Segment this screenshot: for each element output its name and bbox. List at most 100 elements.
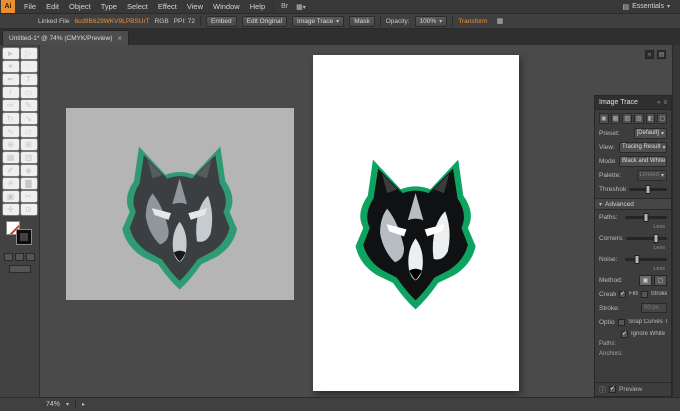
- slider-thumb[interactable]: [653, 233, 659, 243]
- tool-zoom[interactable]: ⊙: [19, 203, 38, 216]
- preset-label: Preset:: [599, 129, 620, 137]
- placed-image[interactable]: [66, 108, 294, 300]
- caret-right-icon[interactable]: ▸: [82, 401, 85, 408]
- slider-thumb[interactable]: [645, 184, 651, 194]
- wolf-logo-traced[interactable]: [351, 157, 480, 312]
- tool-direct-selection[interactable]: ▷: [19, 47, 38, 60]
- menu-item[interactable]: Window: [208, 2, 245, 11]
- trace-preset-auto-color[interactable]: ▣: [599, 112, 609, 124]
- canvas[interactable]: « ▤: [40, 45, 672, 397]
- menu-item[interactable]: Type: [96, 2, 122, 11]
- panel-menu-icon[interactable]: ≡: [663, 100, 667, 106]
- draw-inside-button[interactable]: [26, 253, 35, 261]
- app-logo[interactable]: Ai: [1, 0, 15, 13]
- tool-artboard[interactable]: ▣: [1, 190, 20, 203]
- tool-width[interactable]: ∿: [1, 125, 20, 138]
- method-row: Method: ▣ ▢: [595, 273, 671, 287]
- collapse-panels-icon[interactable]: «: [645, 50, 654, 59]
- paths-info-row: Paths:: [595, 339, 671, 349]
- snap-curves-checkbox[interactable]: [618, 318, 626, 326]
- tool-pen[interactable]: ✒: [1, 73, 20, 86]
- tool-blend[interactable]: ◈: [19, 164, 38, 177]
- preset-select[interactable]: [Default] ▾: [633, 127, 667, 139]
- tool-hand[interactable]: ✛: [1, 203, 20, 216]
- tool-mesh[interactable]: ▦: [1, 151, 20, 164]
- workspace-switcher[interactable]: ▤ Essentials ▾: [622, 3, 670, 11]
- mode-select[interactable]: Black and White ▾: [619, 155, 667, 167]
- embed-button[interactable]: Embed: [206, 15, 237, 27]
- trace-preset-grayscale[interactable]: ▥: [634, 112, 644, 124]
- trace-preset-black-white[interactable]: ◧: [645, 112, 656, 124]
- corners-slider[interactable]: [626, 233, 667, 243]
- tool-symbol-sprayer[interactable]: ✳: [1, 177, 20, 190]
- image-trace-dropdown-button[interactable]: Image Trace ▾: [292, 15, 345, 27]
- corners-label: Corners:: [599, 234, 624, 242]
- strokes-checkbox[interactable]: [640, 290, 648, 298]
- preview-label: Preview: [619, 386, 643, 393]
- menu-item[interactable]: File: [19, 2, 41, 11]
- view-select[interactable]: Tracing Result ▾: [619, 141, 667, 153]
- arrange-documents-icon[interactable]: ▦▾: [292, 3, 310, 11]
- document-tab-bar: Untitled-1* @ 74% (CMYK/Preview) ×: [0, 29, 680, 45]
- ignore-white-checkbox[interactable]: ✓: [621, 330, 628, 338]
- tool-paintbrush[interactable]: ✑: [1, 99, 20, 112]
- tool-free-transform[interactable]: ▱: [19, 125, 38, 138]
- tool-gradient[interactable]: ▥: [19, 151, 38, 164]
- slider-thumb[interactable]: [634, 254, 640, 264]
- tool-slice[interactable]: ✂: [19, 190, 38, 203]
- menu-item[interactable]: Object: [64, 2, 96, 11]
- menu-item[interactable]: View: [182, 2, 208, 11]
- draw-behind-button[interactable]: [15, 253, 24, 261]
- tool-column-graph[interactable]: ▇: [19, 177, 38, 190]
- preview-checkbox[interactable]: ✓: [609, 386, 616, 393]
- document-tab[interactable]: Untitled-1* @ 74% (CMYK/Preview) ×: [2, 30, 130, 45]
- noise-slider[interactable]: [625, 254, 667, 264]
- panel-header[interactable]: Image Trace « ≡: [595, 96, 671, 110]
- edit-original-button[interactable]: Edit Original: [241, 15, 288, 27]
- trace-preset-outline[interactable]: ▢: [657, 112, 668, 124]
- tool-rectangle[interactable]: ▭: [19, 86, 38, 99]
- opacity-dropdown[interactable]: 100% ▾: [414, 15, 448, 27]
- advanced-section-header[interactable]: ▾ Advanced: [595, 198, 671, 210]
- tool-scale[interactable]: ↘: [19, 112, 38, 125]
- transform-link[interactable]: Transform: [458, 18, 487, 25]
- paths-info-label: Paths:: [599, 341, 617, 347]
- close-icon[interactable]: ×: [117, 34, 122, 43]
- align-options-icon[interactable]: ▦: [493, 17, 508, 25]
- threshold-slider[interactable]: [629, 184, 667, 194]
- trace-preset-high-color[interactable]: ▩: [610, 112, 621, 124]
- tool-selection[interactable]: ►: [1, 47, 20, 60]
- mask-button[interactable]: Mask: [349, 15, 375, 27]
- menu-item[interactable]: Effect: [153, 2, 182, 11]
- tool-eyedropper[interactable]: ✐: [1, 164, 20, 177]
- draw-normal-button[interactable]: [4, 253, 13, 261]
- stroke-color-swatch[interactable]: [16, 229, 32, 245]
- method-abutting-button[interactable]: ▣: [639, 274, 652, 286]
- panel-list-icon[interactable]: ▤: [657, 50, 666, 59]
- tool-rotate[interactable]: ↻: [1, 112, 20, 125]
- fills-checkbox[interactable]: ✓: [619, 290, 627, 298]
- corners-hint: Less: [653, 245, 665, 251]
- tool-magic-wand[interactable]: ✶: [1, 60, 20, 73]
- wolf-logo-original[interactable]: [118, 144, 241, 292]
- panel-dock-strip[interactable]: [672, 45, 680, 397]
- screen-mode-button[interactable]: [8, 265, 31, 273]
- menu-item[interactable]: Edit: [41, 2, 64, 11]
- zoom-level[interactable]: 74%: [46, 401, 60, 408]
- linked-file-name[interactable]: 6cd9B629WKV9LPBSUrT: [74, 18, 149, 25]
- bridge-icon[interactable]: Br: [277, 3, 292, 10]
- menu-item[interactable]: Help: [245, 2, 270, 11]
- collapse-panel-icon[interactable]: «: [657, 100, 660, 106]
- tool-line[interactable]: /: [1, 86, 20, 99]
- method-overlapping-button[interactable]: ▢: [654, 274, 667, 286]
- tool-pencil[interactable]: ✎: [19, 99, 38, 112]
- tool-shape-builder[interactable]: ⊕: [1, 138, 20, 151]
- tool-type[interactable]: T: [19, 73, 38, 86]
- slider-thumb[interactable]: [643, 212, 649, 222]
- artboard[interactable]: [313, 55, 519, 391]
- trace-preset-low-color[interactable]: ▨: [622, 112, 633, 124]
- tool-lasso[interactable]: ◌: [19, 60, 38, 73]
- paths-slider[interactable]: [625, 212, 667, 222]
- tool-perspective-grid[interactable]: ⊞: [19, 138, 38, 151]
- menu-item[interactable]: Select: [122, 2, 153, 11]
